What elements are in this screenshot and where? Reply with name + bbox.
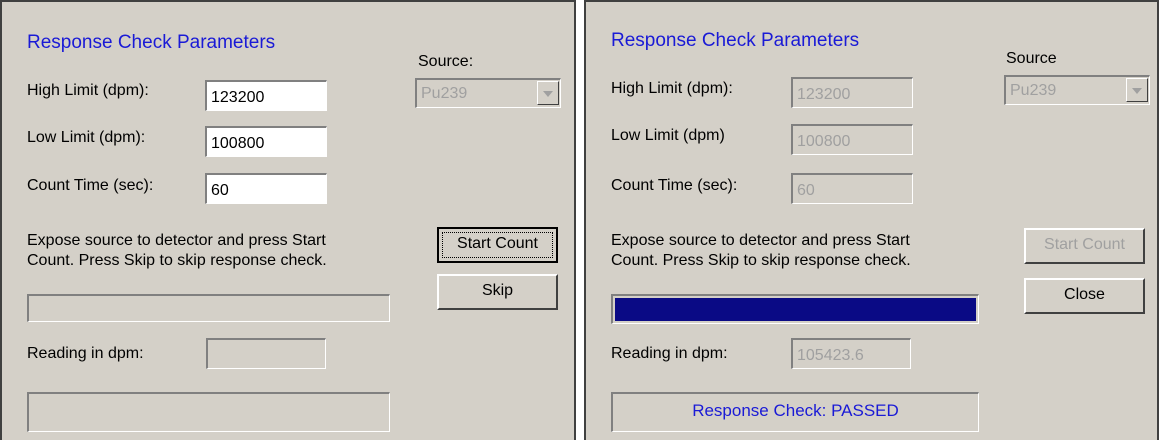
status-box <box>27 392 390 432</box>
response-check-panel-before: Response Check Parameters Source: Pu239 … <box>0 0 576 440</box>
start-count-button[interactable]: Start Count <box>437 227 558 263</box>
close-button[interactable]: Close <box>1024 278 1145 314</box>
low-limit-label: Low Limit (dpm) <box>611 127 725 144</box>
source-value: Pu239 <box>1010 82 1057 99</box>
high-limit-label: High Limit (dpm): <box>611 80 733 97</box>
source-dropdown: Pu239 <box>1004 75 1150 105</box>
instruction-text: Expose source to detector and press Star… <box>27 231 427 271</box>
instruction-text: Expose source to detector and press Star… <box>611 231 1011 271</box>
reading-field: 105423.6 <box>791 338 911 369</box>
reading-label: Reading in dpm: <box>27 345 144 362</box>
low-limit-input[interactable]: 100800 <box>205 126 327 157</box>
response-check-panel-after: Response Check Parameters Source Pu239 H… <box>584 0 1159 440</box>
reading-field <box>206 338 326 369</box>
panel-title: Response Check Parameters <box>611 30 860 51</box>
progress-fill <box>615 298 976 321</box>
panel-title: Response Check Parameters <box>27 32 276 53</box>
count-time-input[interactable]: 60 <box>205 173 327 204</box>
instruction-line-1: Expose source to detector and press Star… <box>611 232 910 249</box>
instruction-line-2: Count. Press Skip to skip response check… <box>611 252 911 269</box>
start-count-button: Start Count <box>1024 228 1145 264</box>
reading-label: Reading in dpm: <box>611 345 728 362</box>
low-limit-label: Low Limit (dpm): <box>27 129 146 146</box>
source-label: Source <box>1006 50 1057 67</box>
source-value: Pu239 <box>421 85 468 102</box>
low-limit-input: 100800 <box>791 124 913 155</box>
instruction-line-1: Expose source to detector and press Star… <box>27 232 326 249</box>
chevron-down-icon <box>1126 78 1148 102</box>
progress-bar <box>611 294 979 324</box>
source-label: Source: <box>418 53 474 70</box>
status-box: Response Check: PASSED <box>611 392 979 432</box>
count-time-label: Count Time (sec): <box>27 177 154 194</box>
skip-button[interactable]: Skip <box>437 274 558 310</box>
count-time-input: 60 <box>791 173 913 204</box>
source-dropdown[interactable]: Pu239 <box>415 78 561 108</box>
high-limit-input[interactable]: 123200 <box>205 80 327 111</box>
count-time-label: Count Time (sec): <box>611 177 738 194</box>
high-limit-label: High Limit (dpm): <box>27 82 149 99</box>
progress-bar <box>27 294 390 322</box>
high-limit-input: 123200 <box>791 77 913 108</box>
chevron-down-icon[interactable] <box>537 81 559 105</box>
instruction-line-2: Count. Press Skip to skip response check… <box>27 252 327 269</box>
